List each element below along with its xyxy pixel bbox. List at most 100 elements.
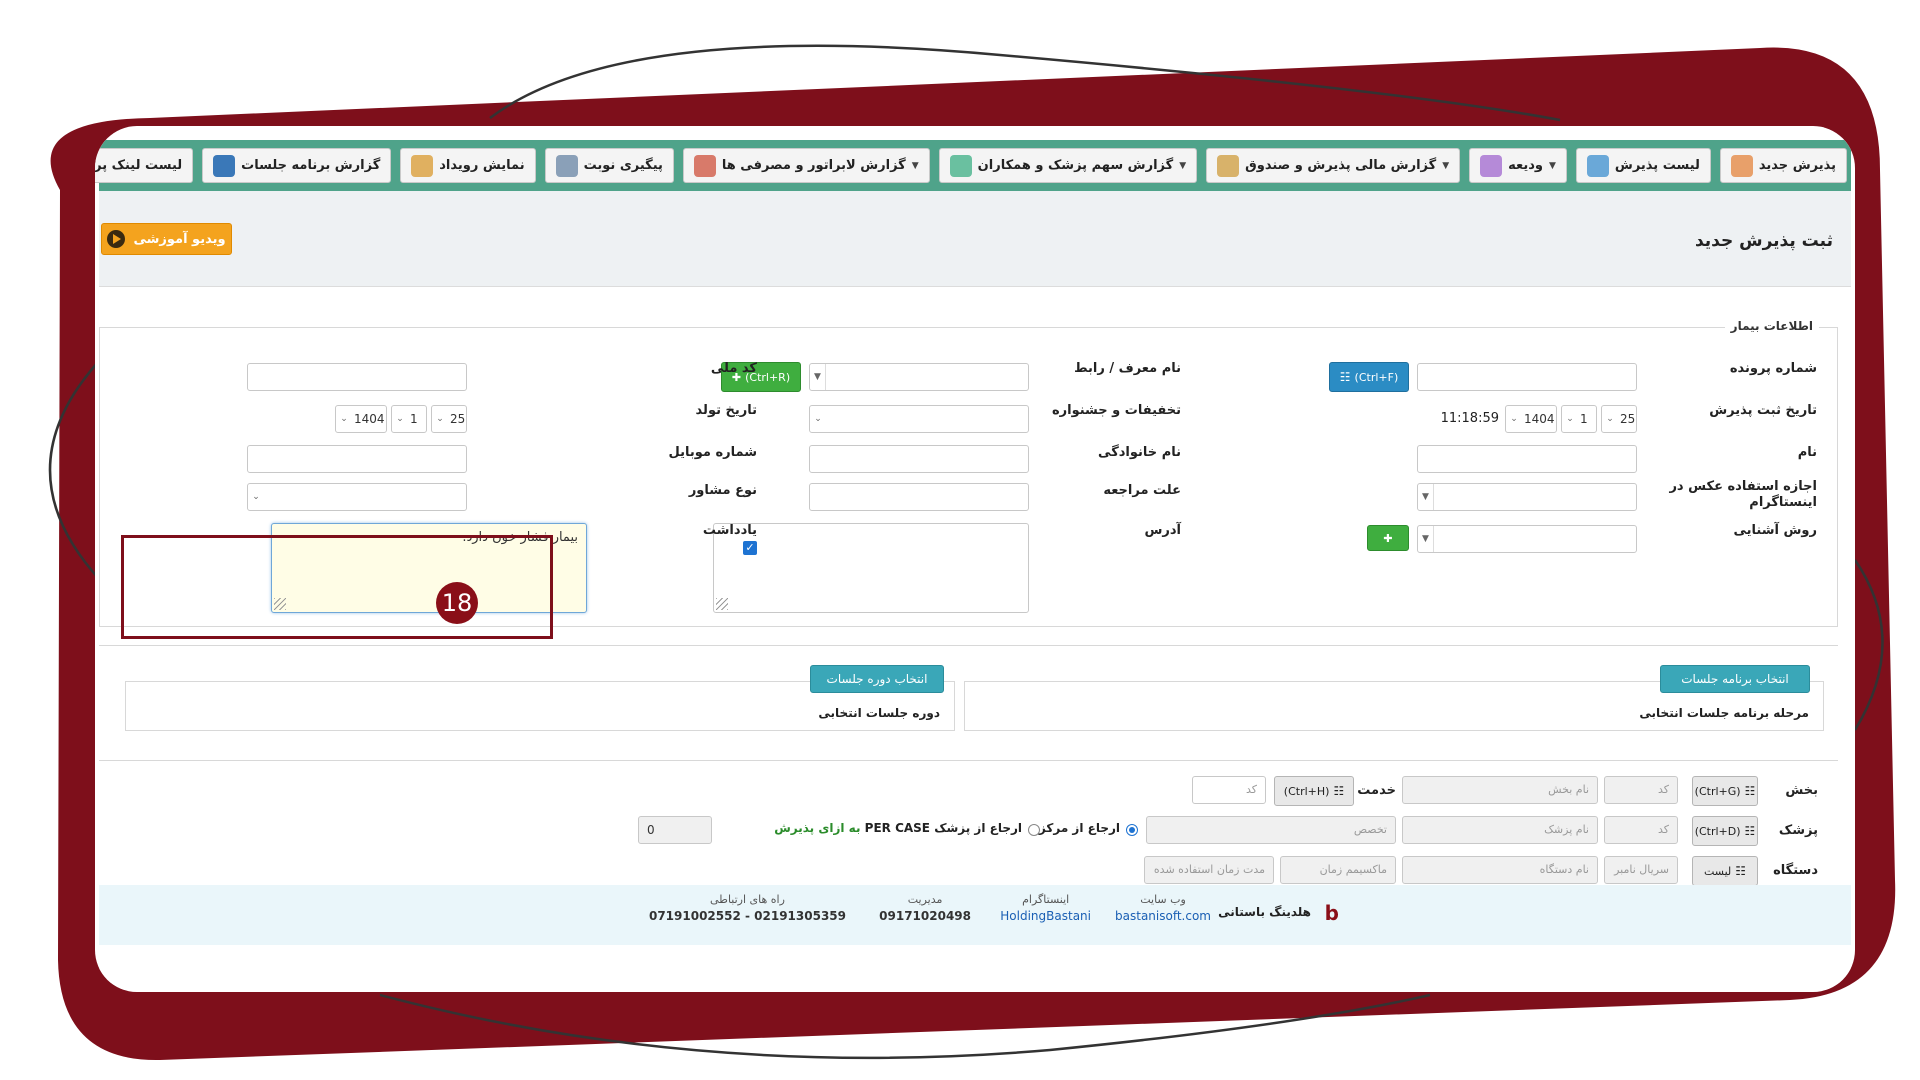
session-course-label: دوره جلسات انتخابی (818, 706, 940, 720)
address-label: آدرس (1144, 523, 1181, 538)
discounts-select[interactable]: ⌄ (809, 405, 1029, 433)
website-link[interactable]: bastanisoft.com (1115, 909, 1211, 923)
registration-month-select[interactable]: ⌄ 1 (1561, 405, 1597, 433)
referral-doctor-label: ارجاع از پزشک (934, 821, 1022, 835)
nav-button-label: پیگیری نوبت (583, 158, 663, 173)
instagram-link[interactable]: HoldingBastani (1000, 909, 1091, 923)
registration-time: 11:18:59 (1440, 411, 1499, 426)
referrer-select[interactable]: ▼ (809, 363, 1029, 391)
device-name-input[interactable]: نام دستگاه (1402, 856, 1598, 884)
chevron-down-icon: ⌄ (1510, 414, 1518, 424)
device-list-label: لیست (1703, 864, 1732, 878)
chevron-down-icon: ⌄ (340, 414, 348, 424)
per-case-label: PER CASE به ازای پذیرش (774, 821, 930, 835)
discounts-label: تخفیفات و جشنواره (1051, 403, 1181, 418)
birth-year-select[interactable]: ⌄ 1404 (335, 405, 387, 433)
registration-day-select[interactable]: ⌄ 25 (1601, 405, 1637, 433)
consultant-type-select[interactable]: ⌄ (247, 483, 467, 511)
chevron-down-icon: ▼ (810, 364, 826, 390)
select-session-course-button[interactable]: انتخاب دوره جلسات (810, 665, 944, 693)
page-title: ثبت پذیرش جدید (1694, 231, 1833, 251)
department-name-input[interactable]: نام بخش (1402, 776, 1598, 804)
company-name: هلدینگ باستانی (1218, 905, 1311, 919)
birth-month-select[interactable]: ⌄ 1 (391, 405, 427, 433)
select-session-program-button[interactable]: انتخاب برنامه جلسات (1660, 665, 1810, 693)
device-max-time-input[interactable]: ماکسیمم زمان (1280, 856, 1396, 884)
chevron-down-icon: ⌄ (252, 492, 260, 502)
nav-button-label: ودیعه (1508, 158, 1543, 173)
nav-button-4[interactable]: ▼ گزارش مالی پذیرش و صندوق (1206, 148, 1461, 183)
nav-button-2[interactable]: لیست پذیرش (1575, 148, 1711, 183)
chevron-down-icon: ⌄ (1566, 414, 1574, 424)
nav-button-10[interactable]: لیست لینک پرداخت تایید نشده (95, 148, 194, 183)
video-tutorial-button[interactable]: ویدیو آموزشی (101, 223, 232, 255)
nav-button-9[interactable]: گزارش برنامه جلسات (202, 148, 392, 183)
registration-year-select[interactable]: ⌄ 1404 (1505, 405, 1557, 433)
department-label: بخش (1785, 783, 1818, 798)
doctor-search-button[interactable]: (Ctrl+D) ☷ (1692, 816, 1758, 846)
photo-permission-select[interactable]: ▼ (1417, 483, 1637, 511)
per-case-value-input[interactable]: 0 (638, 816, 712, 844)
app-window: پذیرش جدید لیست پذیرش ▼ ودیعه ▼ گزارش مالی پذ… (95, 140, 1851, 990)
mobile-input[interactable] (247, 445, 467, 473)
dropdown-caret-icon: ▼ (911, 160, 919, 171)
nav-button-8[interactable]: نمایش رویداد (400, 148, 536, 183)
referral-doctor-radio[interactable] (1028, 824, 1040, 836)
service-code-input[interactable]: کد (1192, 776, 1266, 804)
national-code-label: کد ملی (710, 361, 757, 376)
file-number-search-button[interactable]: (Ctrl+F) ☷ (1329, 362, 1409, 392)
finance-report-icon (1217, 154, 1240, 177)
registration-date-label: تاریخ ثبت پذیرش (1709, 403, 1817, 418)
per-case-prefix: PER CASE (864, 821, 930, 835)
referral-center-radio[interactable] (1126, 824, 1138, 836)
nav-button-label: لیست پذیرش (1614, 158, 1700, 173)
nav-button-6[interactable]: ▼ گزارش لابراتور و مصرفی ها (682, 148, 930, 183)
video-tutorial-label: ویدیو آموزشی (133, 231, 226, 247)
family-name-label: نام خانوادگی (1098, 445, 1181, 460)
nav-button-label: گزارش لابراتور و مصرفی ها (721, 158, 906, 173)
sessions-report-icon (213, 154, 236, 177)
national-code-input[interactable] (247, 363, 467, 391)
family-name-input[interactable] (809, 445, 1029, 473)
contacts-label: راه های ارتباطی (710, 893, 785, 906)
address-textarea[interactable] (713, 523, 1029, 613)
nav-button-label: گزارش مالی پذیرش و صندوق (1245, 158, 1437, 173)
chevron-down-icon: ⌄ (814, 414, 822, 424)
device-list-button[interactable]: لیست ☷ (1692, 856, 1758, 886)
doctor-name-input[interactable]: نام پزشک (1402, 816, 1598, 844)
website-column: وب سایت bastanisoft.com (1115, 893, 1211, 923)
nav-button-label: پذیرش جدید (1758, 158, 1836, 173)
birth-day-select[interactable]: ⌄ 25 (431, 405, 467, 433)
device-used-time-input[interactable]: مدت زمان استفاده شده (1144, 856, 1274, 884)
department-code-input[interactable]: کد (1604, 776, 1678, 804)
nav-button-label: نمایش رویداد (439, 158, 525, 173)
visit-reason-input[interactable] (809, 483, 1029, 511)
doctor-code-input[interactable]: کد (1604, 816, 1678, 844)
instagram-column: اینستاگرام HoldingBastani (1000, 893, 1091, 923)
chevron-down-icon: ⌄ (436, 414, 444, 424)
per-case-suffix: به ازای پذیرش (774, 821, 861, 835)
first-name-input[interactable] (1417, 445, 1637, 473)
device-serial-input[interactable]: سریال نامبر (1604, 856, 1678, 884)
note-label: یادداشت (702, 523, 757, 538)
nav-button-5[interactable]: ▼ گزارش سهم پزشک و همکاران (938, 148, 1198, 183)
first-name-label: نام (1797, 445, 1817, 460)
service-search-button[interactable]: (Ctrl+H) ☷ (1274, 776, 1354, 806)
department-search-button[interactable]: (Ctrl+G) ☷ (1692, 776, 1758, 806)
user-icon (1730, 154, 1753, 177)
step-number-badge: 18 (436, 582, 478, 624)
add-acquaintance-button[interactable]: ✚ (1367, 525, 1409, 551)
resize-handle-icon[interactable] (716, 598, 728, 610)
acquaintance-select[interactable]: ▼ (1417, 525, 1637, 553)
deposit-icon (1480, 154, 1503, 177)
grid-icon: ☷ (1744, 784, 1756, 798)
doctor-specialty-input[interactable]: تخصص (1146, 816, 1396, 844)
nav-button-1[interactable]: پذیرش جدید (1719, 148, 1847, 183)
page-header: ثبت پذیرش جدید ویدیو آموزشی (99, 191, 1851, 287)
nav-button-3[interactable]: ▼ ودیعه (1469, 148, 1567, 183)
file-number-input[interactable] (1417, 363, 1637, 391)
note-checkbox[interactable]: ✓ (743, 541, 757, 555)
file-number-shortcut: (Ctrl+F) (1354, 370, 1399, 384)
company-logo-icon: b (1324, 901, 1339, 925)
nav-button-7[interactable]: پیگیری نوبت (544, 148, 674, 183)
